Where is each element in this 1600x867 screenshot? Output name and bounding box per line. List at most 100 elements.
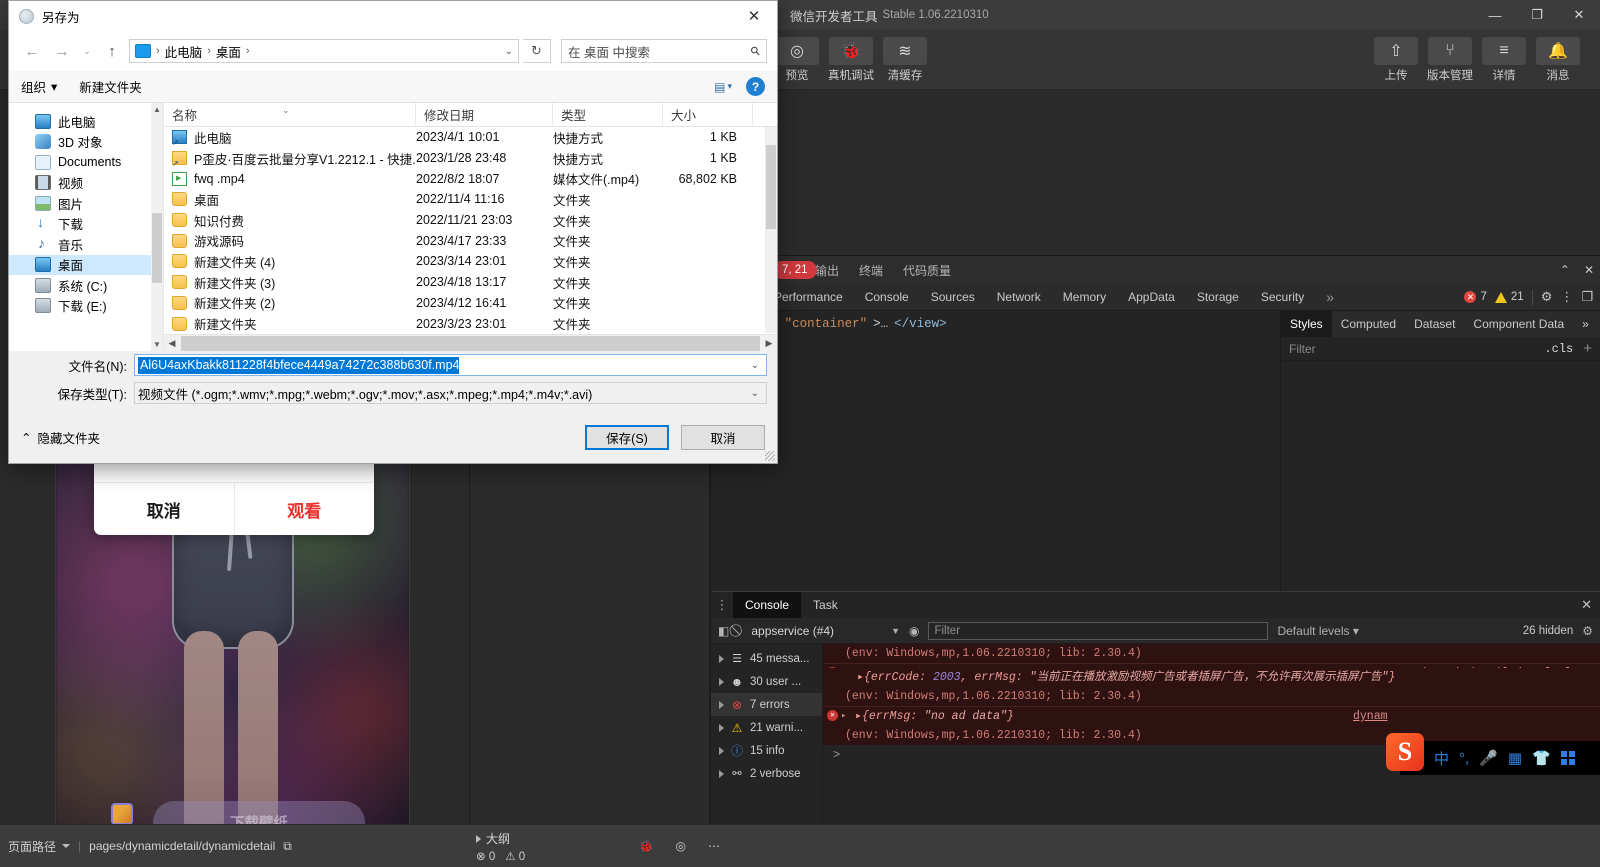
- tabs-overflow-icon[interactable]: »: [1315, 284, 1345, 310]
- skin-icon[interactable]: 👕: [1532, 749, 1551, 767]
- scroll-thumb[interactable]: [766, 145, 776, 229]
- column-type[interactable]: 类型: [553, 103, 663, 126]
- console-filter-input[interactable]: Filter: [928, 622, 1268, 640]
- breadcrumb-this-pc[interactable]: 此电脑: [165, 42, 203, 61]
- subtab-output[interactable]: 输出: [815, 262, 839, 279]
- tab-memory[interactable]: Memory: [1052, 284, 1117, 310]
- tab-dataset[interactable]: Dataset: [1405, 311, 1464, 337]
- settings-gear-icon[interactable]: ⚙: [1541, 289, 1553, 305]
- forward-button[interactable]: →: [49, 38, 75, 64]
- wxml-node[interactable]: ▸ class= "container" >… </view>: [711, 311, 1280, 331]
- tree-item-desktop[interactable]: 桌面: [9, 255, 163, 276]
- sheet-watch-button[interactable]: 观看: [234, 483, 375, 535]
- tab-computed[interactable]: Computed: [1332, 311, 1405, 337]
- tree-item-videos[interactable]: 视频: [9, 173, 163, 194]
- styles-filter-input[interactable]: Filter: [1289, 342, 1316, 356]
- console-filter-messages[interactable]: ☰ 45 messa...: [711, 647, 822, 670]
- up-button[interactable]: ↑: [99, 38, 125, 64]
- tab-sources[interactable]: Sources: [920, 284, 986, 310]
- drawer-menu-icon[interactable]: ⋮: [711, 592, 733, 618]
- tree-item-drive-e[interactable]: 下载 (E:): [9, 296, 163, 317]
- scroll-up-icon[interactable]: ▲: [151, 103, 163, 116]
- maximize-button[interactable]: ❐: [1516, 0, 1558, 30]
- tree-scrollbar[interactable]: ▲ ▼: [151, 103, 163, 351]
- console-filter-info[interactable]: ⓘ 15 info: [711, 739, 822, 762]
- log-source-link[interactable]: dynam: [1353, 709, 1388, 724]
- chevron-down-icon[interactable]: ⌄: [505, 46, 513, 57]
- problems-badge[interactable]: 7, 21: [773, 261, 817, 279]
- chevron-down-icon[interactable]: ⌄: [751, 360, 763, 371]
- scroll-left-icon[interactable]: ◀: [164, 338, 180, 349]
- scroll-down-icon[interactable]: ▼: [151, 338, 163, 351]
- column-name[interactable]: 名称: [164, 103, 416, 126]
- console-filter-user[interactable]: ☻ 30 user ...: [711, 670, 822, 693]
- tab-component-data[interactable]: Component Data: [1464, 311, 1573, 337]
- resize-grip-icon[interactable]: [765, 451, 775, 461]
- breadcrumb-desktop[interactable]: 桌面: [216, 42, 241, 61]
- help-icon[interactable]: ?: [746, 77, 765, 96]
- organize-button[interactable]: 组织 ▾: [21, 77, 57, 96]
- table-row[interactable]: 桌面 2022/11/4 11:16 文件夹: [164, 189, 765, 210]
- toolbar-version-manage[interactable]: ⑂ 版本管理: [1428, 37, 1472, 83]
- dialog-close-button[interactable]: ✕: [731, 1, 777, 31]
- save-button[interactable]: 保存(S): [585, 425, 669, 450]
- chinese-mode-icon[interactable]: 中: [1434, 748, 1449, 769]
- tree-item-3d-objects[interactable]: 3D 对象: [9, 132, 163, 153]
- table-row[interactable]: 此电脑 2023/4/1 10:01 快捷方式 1 KB: [164, 127, 765, 148]
- expand-icon-inner[interactable]: ▸: [855, 710, 862, 723]
- table-row[interactable]: 新建文件夹 (4) 2023/3/14 23:01 文件夹: [164, 251, 765, 272]
- scroll-right-icon[interactable]: ▶: [761, 338, 777, 349]
- close-button[interactable]: ✕: [1558, 0, 1600, 30]
- add-rule-icon[interactable]: +: [1583, 340, 1592, 357]
- kebab-menu-icon[interactable]: ⋮: [1560, 289, 1573, 305]
- file-list-vscrollbar[interactable]: [765, 127, 777, 333]
- punctuation-icon[interactable]: °,: [1459, 750, 1469, 767]
- sidebar-toggle-icon[interactable]: ◧: [718, 624, 729, 638]
- settings-gear-icon[interactable]: ⚙: [1582, 624, 1593, 638]
- column-date[interactable]: 修改日期: [416, 103, 553, 126]
- search-input[interactable]: 在 桌面 中搜索 ⚲: [561, 39, 767, 63]
- filename-input[interactable]: Al6U4axKbakk811228f4bfece4449a74272c388b…: [134, 354, 767, 376]
- tree-item-drive-c[interactable]: 系统 (C:): [9, 275, 163, 296]
- tab-network[interactable]: Network: [986, 284, 1052, 310]
- drawer-tab-task[interactable]: Task: [801, 592, 850, 618]
- toolbar-realdevice-debug[interactable]: 🐞 真机调试: [829, 37, 873, 83]
- soft-keyboard-icon[interactable]: ▦: [1508, 749, 1522, 767]
- toolbar-details[interactable]: ≡ 详情: [1482, 37, 1526, 83]
- styles-tabs-overflow-icon[interactable]: »: [1573, 311, 1598, 337]
- tab-security[interactable]: Security: [1250, 284, 1315, 310]
- tree-item-music[interactable]: 音乐: [9, 234, 163, 255]
- drawer-tab-console[interactable]: Console: [733, 592, 801, 618]
- chevron-down-icon[interactable]: ⌄: [751, 388, 763, 399]
- view-options-icon[interactable]: ▤ ▾: [714, 80, 732, 94]
- table-row[interactable]: 知识付费 2022/11/21 23:03 文件夹: [164, 210, 765, 231]
- outline-toggle[interactable]: 大纲: [476, 830, 710, 847]
- table-row[interactable]: 游戏源码 2023/4/17 23:33 文件夹: [164, 230, 765, 251]
- close-icon[interactable]: ✕: [1584, 263, 1594, 277]
- dock-panel-icon[interactable]: ❐: [1581, 289, 1593, 305]
- table-row[interactable]: 新建文件夹 2023/3/23 23:01 文件夹: [164, 313, 765, 333]
- tab-appdata[interactable]: AppData: [1117, 284, 1186, 310]
- live-expression-icon[interactable]: ◉: [909, 624, 919, 638]
- minimize-button[interactable]: —: [1474, 0, 1516, 30]
- subtab-code-quality[interactable]: 代码质量: [903, 262, 951, 279]
- table-row[interactable]: P歪皮·百度云批量分享V1.2212.1 - 快捷... 2023/1/28 2…: [164, 148, 765, 169]
- hide-folders-toggle[interactable]: ⌃ 隐藏文件夹: [21, 428, 100, 447]
- file-list-hscrollbar[interactable]: ◀ ▶: [164, 334, 777, 351]
- scroll-thumb[interactable]: [181, 336, 760, 351]
- expand-icon[interactable]: ▸: [857, 671, 864, 684]
- toolbar-preview[interactable]: ◎ 预览: [775, 37, 819, 83]
- tree-item-documents[interactable]: Documents: [9, 152, 163, 173]
- new-folder-button[interactable]: 新建文件夹: [79, 77, 142, 96]
- sogou-logo-icon[interactable]: S: [1386, 733, 1424, 771]
- devtools-error-count[interactable]: ✕ 7: [1464, 291, 1486, 303]
- address-bar[interactable]: › 此电脑 › 桌面 › ⌄: [129, 39, 519, 63]
- console-context-select[interactable]: appservice (#4): [751, 624, 834, 638]
- expand-icon[interactable]: ▸: [841, 709, 846, 724]
- table-row[interactable]: fwq .mp4 2022/8/2 18:07 媒体文件(.mp4) 68,80…: [164, 168, 765, 189]
- console-filter-warnings[interactable]: ⚠ 21 warni...: [711, 716, 822, 739]
- phone-simulator[interactable]: 取消 观看 分享 下载壁纸: [55, 460, 410, 867]
- toolbar-messages[interactable]: 🔔 消息: [1536, 37, 1580, 83]
- tree-item-downloads[interactable]: 下载: [9, 214, 163, 235]
- toolbar-upload[interactable]: ⇧ 上传: [1374, 37, 1418, 83]
